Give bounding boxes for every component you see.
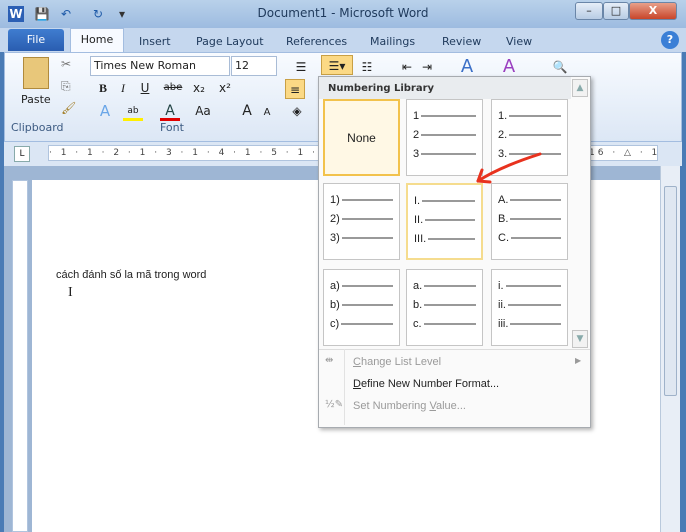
annotation-arrow: [476, 152, 542, 184]
